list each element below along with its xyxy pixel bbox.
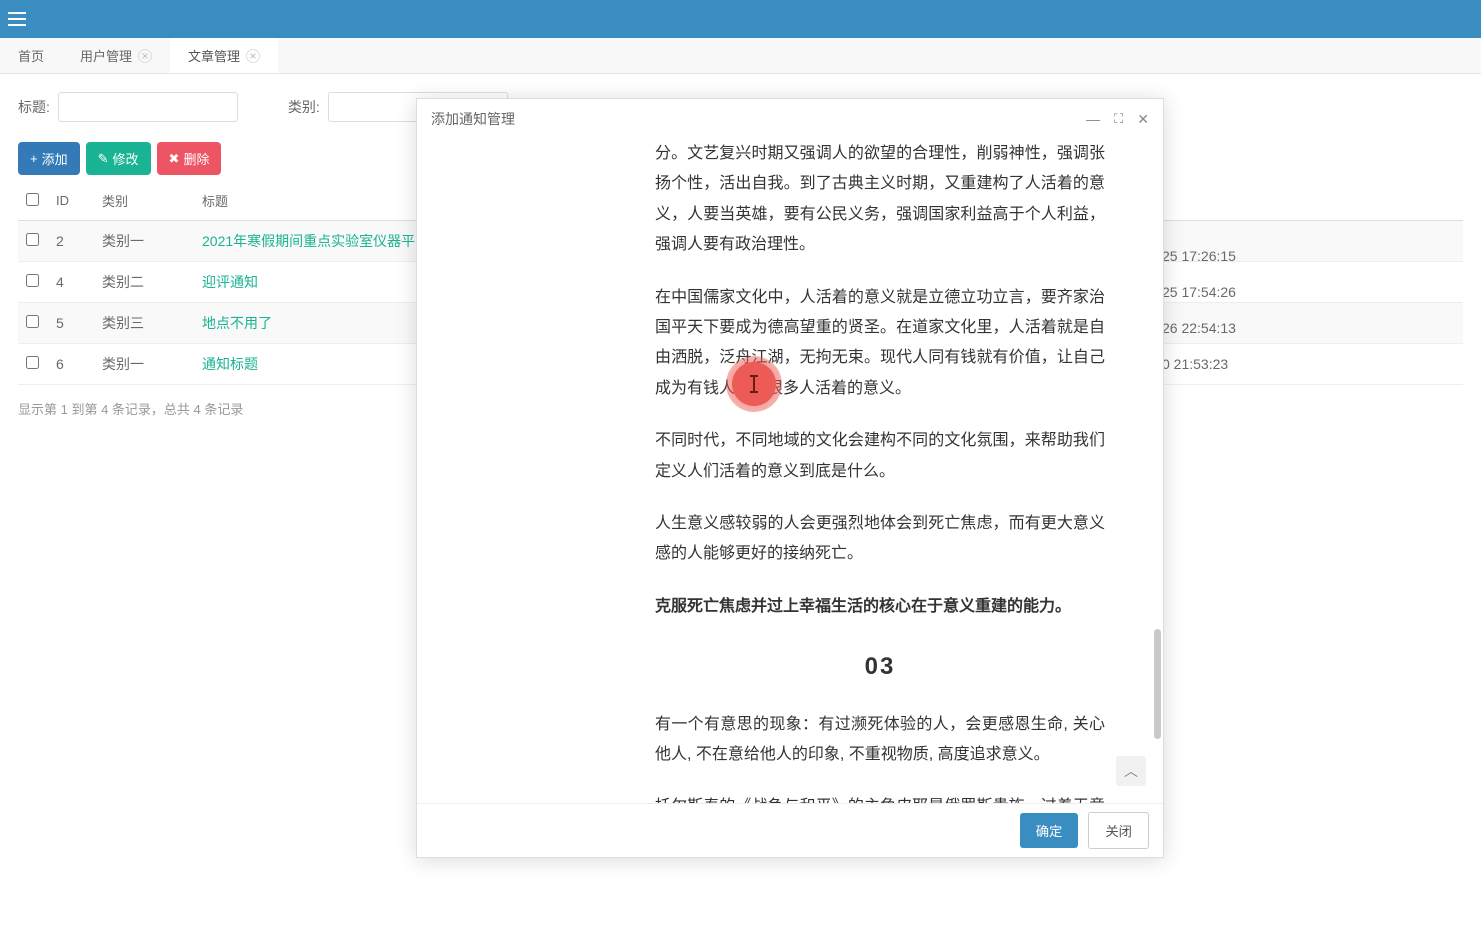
text-cursor-icon — [753, 375, 755, 393]
tab-label: 用户管理 — [80, 46, 132, 65]
add-button[interactable]: + 添加 — [18, 142, 80, 175]
col-category[interactable]: 类别 — [94, 181, 194, 221]
tab-bar: 首页 用户管理 × 文章管理 × — [0, 38, 1481, 74]
tab-label: 首页 — [18, 46, 44, 65]
paragraph: 人生意义感较弱的人会更强烈地体会到死亡焦虑，而有更大意义感的人能够更好的接纳死亡… — [655, 509, 1105, 570]
trash-icon: ✖ — [169, 151, 180, 167]
tab-home[interactable]: 首页 — [0, 38, 62, 73]
modal-title: 添加通知管理 — [431, 109, 515, 129]
scrollbar-thumb[interactable] — [1154, 629, 1161, 739]
pencil-icon: ✎ — [98, 151, 109, 167]
modal-header: 添加通知管理 — ⛶ ✕ — [417, 99, 1163, 139]
edit-button-label: 修改 — [113, 149, 139, 168]
filter-category-label: 类别: — [288, 97, 320, 117]
tab-article-mgmt[interactable]: 文章管理 × — [170, 38, 278, 73]
cursor-indicator — [726, 356, 782, 412]
add-button-label: 添加 — [42, 149, 68, 168]
paragraph: 不同时代，不同地域的文化会建构不同的文化氛围，来帮助我们定义人们活着的意义到底是… — [655, 426, 1105, 487]
title-input[interactable] — [58, 92, 238, 122]
paragraph: 托尔斯泰的《战争与和平》的主角皮耶是俄罗斯贵族，过着无意义的空虚生活。当皮耶被拿… — [655, 792, 1105, 803]
close-icon[interactable]: × — [246, 49, 260, 63]
cell-id: 5 — [48, 303, 94, 344]
row-checkbox[interactable] — [26, 274, 39, 287]
confirm-button[interactable]: 确定 — [1020, 813, 1079, 848]
menu-toggle-icon[interactable] — [8, 12, 26, 26]
minimize-icon[interactable]: — — [1086, 111, 1100, 127]
article-content[interactable]: 分。文艺复兴时期又强调人的欲望的合理性，削弱神性，强调张扬个性，活出自我。到了古… — [655, 139, 1105, 803]
section-number: 03 — [655, 644, 1105, 690]
scroll-top-button[interactable]: ︿ — [1116, 756, 1146, 786]
paragraph-bold: 克服死亡焦虑并过上幸福生活的核心在于意义重建的能力。 — [655, 592, 1105, 622]
chevron-up-icon: ︿ — [1124, 761, 1138, 781]
edit-button[interactable]: ✎ 修改 — [86, 142, 151, 175]
modal-window-controls: — ⛶ ✕ — [1086, 111, 1149, 128]
maximize-icon[interactable]: ⛶ — [1114, 111, 1123, 127]
top-bar — [0, 0, 1481, 38]
cell-category: 类别一 — [94, 344, 194, 385]
cell-category: 类别一 — [94, 221, 194, 262]
paragraph: 有一个有意思的现象：有过濒死体验的人，会更感恩生命, 关心他人, 不在意给他人的… — [655, 710, 1105, 771]
modal-body: 分。文艺复兴时期又强调人的欲望的合理性，削弱神性，强调张扬个性，活出自我。到了古… — [417, 139, 1163, 803]
cell-category: 类别三 — [94, 303, 194, 344]
paragraph: 分。文艺复兴时期又强调人的欲望的合理性，削弱神性，强调张扬个性，活出自我。到了古… — [655, 139, 1105, 261]
paragraph: 在中国儒家文化中，人活着的意义就是立德立功立言，要齐家治国平天下要成为德高望重的… — [655, 283, 1105, 405]
cell-id: 6 — [48, 344, 94, 385]
filter-title: 标题: — [18, 92, 238, 122]
row-time: 25 17:54:26 — [1162, 284, 1362, 300]
cancel-button[interactable]: 关闭 — [1088, 812, 1149, 849]
cell-id: 2 — [48, 221, 94, 262]
cell-id: 4 — [48, 262, 94, 303]
row-time: 0 21:53:23 — [1162, 356, 1362, 372]
delete-button[interactable]: ✖ 删除 — [157, 142, 222, 175]
close-icon[interactable]: × — [138, 49, 152, 63]
select-all-checkbox[interactable] — [26, 193, 39, 206]
filter-title-label: 标题: — [18, 97, 50, 117]
close-icon[interactable]: ✕ — [1137, 111, 1149, 128]
delete-button-label: 删除 — [183, 149, 209, 168]
cell-category: 类别二 — [94, 262, 194, 303]
row-checkbox[interactable] — [26, 315, 39, 328]
plus-icon: + — [30, 151, 38, 166]
row-time: 26 22:54:13 — [1162, 320, 1362, 336]
tab-label: 文章管理 — [188, 46, 240, 65]
add-notice-modal: 添加通知管理 — ⛶ ✕ 分。文艺复兴时期又强调人的欲望的合理性，削弱神性，强调… — [416, 98, 1164, 858]
row-time: 25 17:26:15 — [1162, 248, 1362, 264]
tab-user-mgmt[interactable]: 用户管理 × — [62, 38, 170, 73]
col-id[interactable]: ID — [48, 181, 94, 221]
row-checkbox[interactable] — [26, 233, 39, 246]
modal-footer: 确定 关闭 — [417, 803, 1163, 857]
row-checkbox[interactable] — [26, 356, 39, 369]
